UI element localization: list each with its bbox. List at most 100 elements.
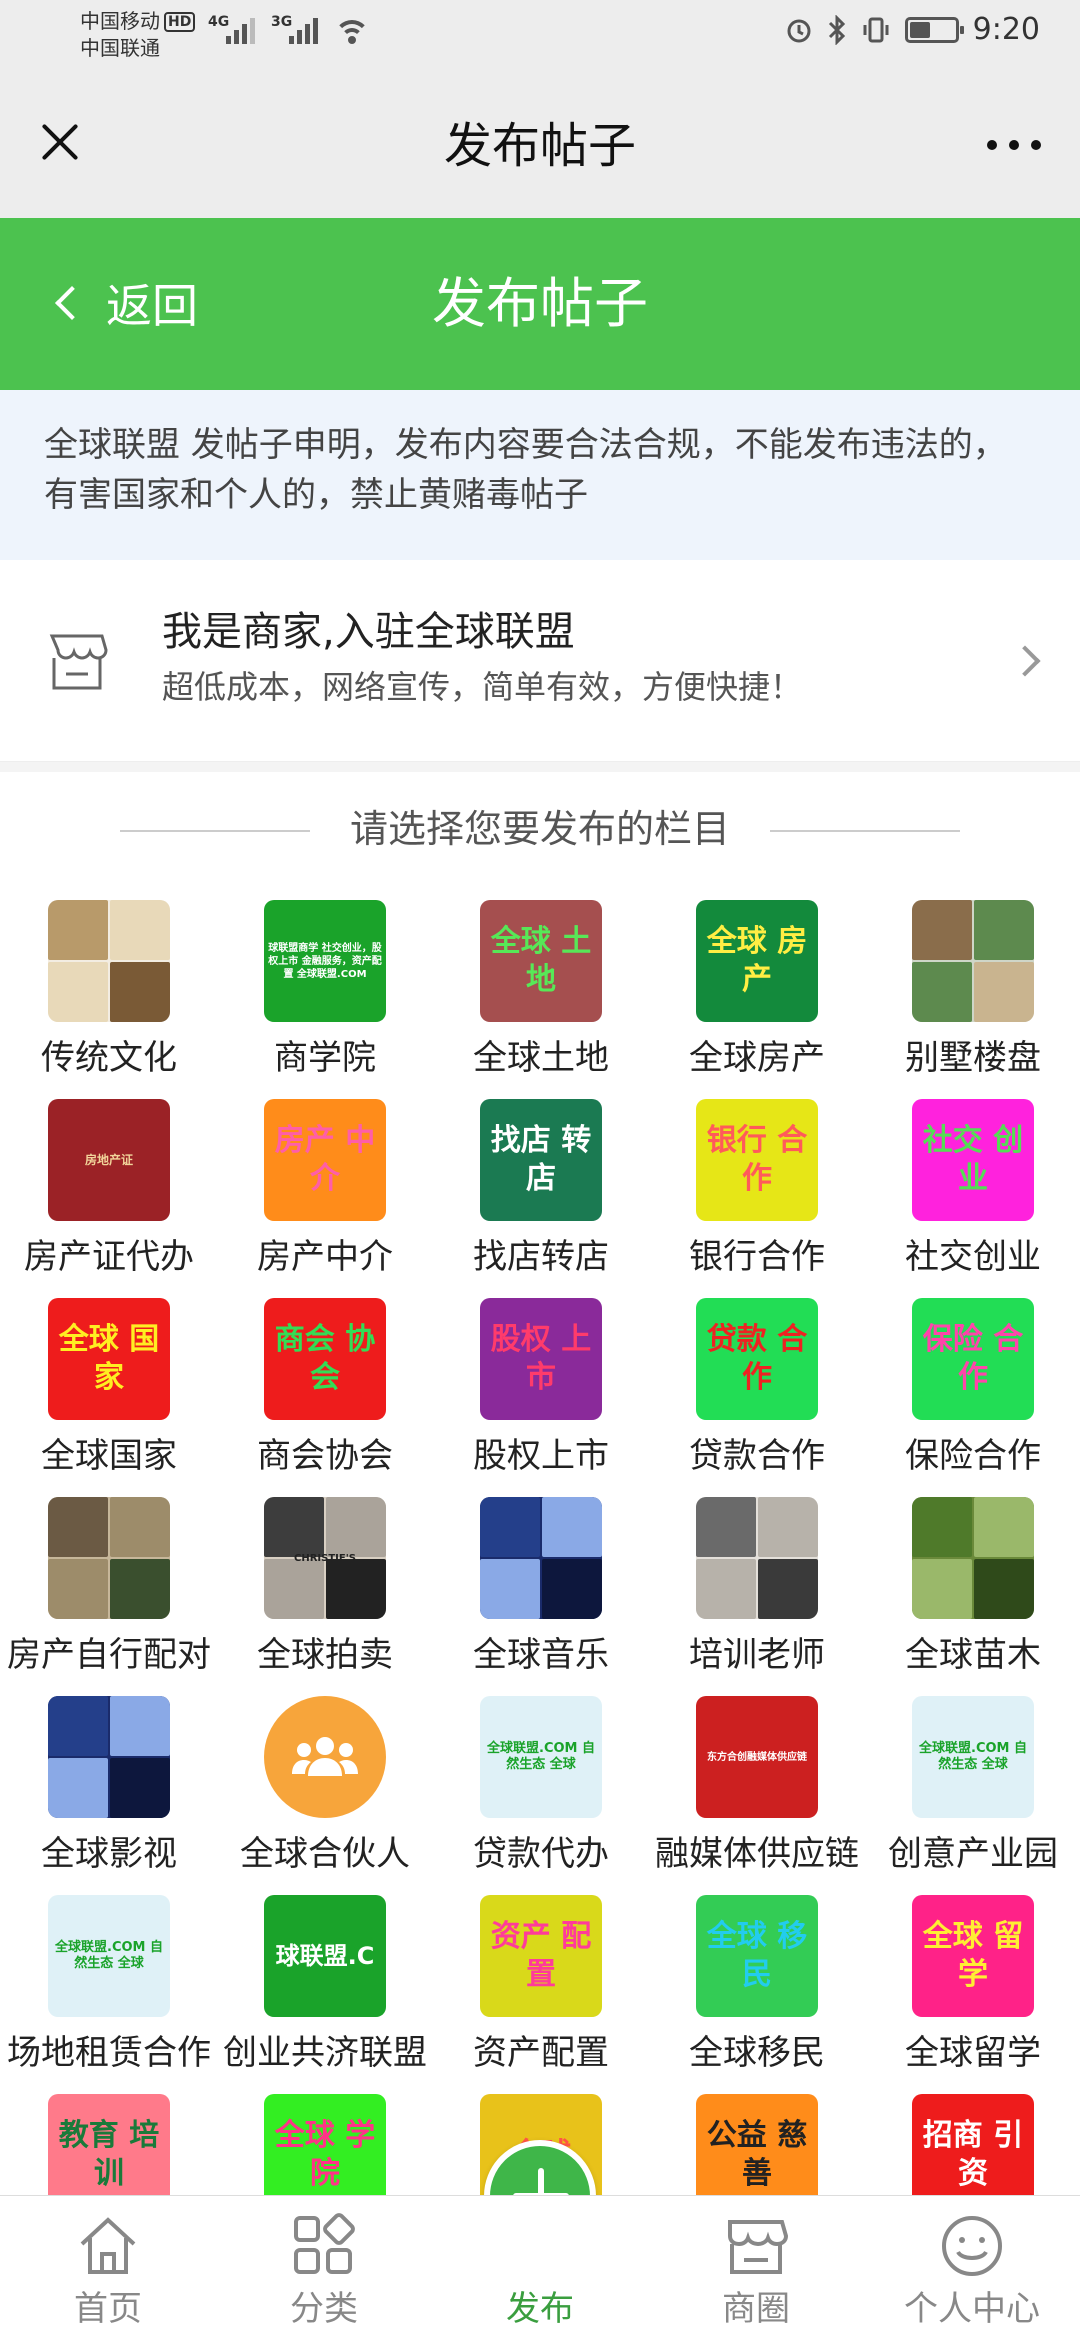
photo-block — [48, 900, 108, 960]
category-item[interactable]: 培训老师 — [649, 1497, 865, 1696]
tile-text: 银行 合作 — [706, 1123, 808, 1196]
tile-text: 找店 转店 — [490, 1123, 592, 1196]
category-item[interactable]: 银行 合作 银行合作 — [649, 1099, 865, 1298]
clock: 9:20 — [972, 12, 1040, 47]
category-item[interactable]: 全球 房产 全球房产 — [649, 900, 865, 1099]
tile-text: 公益 慈善 — [706, 2118, 808, 2191]
tile-text: 资产 配置 — [490, 1919, 592, 1992]
category-item[interactable]: 教育 培训 — [1, 2094, 217, 2200]
top-bar: 发布帖子 — [0, 72, 1080, 218]
photo-block — [912, 1497, 972, 1557]
category-item[interactable]: CHRISTIE'S 全球拍卖 — [217, 1497, 433, 1696]
category-tile-image: CHRISTIE'S — [264, 1497, 386, 1619]
category-item[interactable]: 球联盟.C 创业共济联盟 — [217, 1895, 433, 2094]
photo-block — [110, 1559, 170, 1619]
category-label: 全球房产 — [689, 1038, 825, 1078]
category-item[interactable]: 公益 慈善 — [649, 2094, 865, 2200]
category-item[interactable]: 全球 留学 全球留学 — [865, 1895, 1080, 2094]
tile-text: 全球 移民 — [706, 1919, 808, 1992]
nav-label-shop-circle: 商圈 — [722, 2289, 790, 2329]
nav-category[interactable]: 分类 — [216, 2196, 432, 2340]
category-item[interactable]: 别墅楼盘 — [865, 900, 1080, 1099]
category-item[interactable]: 传统文化 — [1, 900, 217, 1099]
tile-text: 全球联盟.COM 自然生态 全球 — [55, 1940, 163, 1971]
nav-profile[interactable]: 个人中心 — [864, 2196, 1080, 2340]
category-item[interactable]: 东方合创融媒体供应链 融媒体供应链 — [649, 1696, 865, 1895]
alarm-icon — [787, 19, 811, 42]
nav-home[interactable]: 首页 — [0, 2196, 216, 2340]
category-tile-image: 公益 慈善 — [696, 2094, 818, 2200]
category-item[interactable]: 商会 协会 商会协会 — [217, 1298, 433, 1497]
category-tile-image: 商会 协会 — [264, 1298, 386, 1420]
tile-text: 全球 留学 — [922, 1919, 1024, 1992]
merchant-subtitle: 超低成本，网络宣传，简单有效，方便快捷！ — [162, 668, 803, 706]
category-item[interactable]: 全球苗木 — [865, 1497, 1080, 1696]
category-item[interactable]: 全球联盟.COM 自然生态 全球创意产业园 — [865, 1696, 1080, 1895]
category-label: 全球合伙人 — [240, 1834, 410, 1874]
category-item[interactable]: 房产自行配对 — [1, 1497, 217, 1696]
category-item[interactable]: 全球合伙人 — [217, 1696, 433, 1895]
category-label: 资产配置 — [473, 2033, 609, 2073]
category-tile-image: 全球 移民 — [696, 1895, 818, 2017]
nav-shop-circle[interactable]: 商圈 — [648, 2196, 864, 2340]
category-item[interactable]: 球联盟商学 社交创业，股权上市 金融服务，资产配置 全球联盟.COM 商学院 — [217, 900, 433, 1099]
category-tile-image: 球联盟.C — [264, 1895, 386, 2017]
category-item[interactable]: 全球联盟.COM 自然生态 全球 贷款代办 — [433, 1696, 649, 1895]
status-bar: 中国移动 HD 中国联通 4G 3G 9:20 — [0, 0, 1080, 72]
category-item[interactable]: 贷款 合作 贷款合作 — [649, 1298, 865, 1497]
category-item[interactable]: 全球联盟.COM 自然生态 全球 场地租赁合作 — [1, 1895, 217, 2094]
category-tile-image: 全球 土地 — [480, 900, 602, 1022]
section-heading: 请选择您要发布的栏目 — [0, 790, 1080, 870]
category-tile-image: 银行 合作 — [696, 1099, 818, 1221]
category-item[interactable]: 找店 转店 找店转店 — [433, 1099, 649, 1298]
category-tile-image — [48, 1696, 170, 1818]
merchant-join-row[interactable]: 我是商家,入驻全球联盟 超低成本，网络宣传，简单有效，方便快捷！ — [0, 560, 1080, 762]
photo-block — [974, 1497, 1034, 1557]
category-tile-image: 招商 引资 — [912, 2094, 1034, 2200]
category-item[interactable]: 全球 学院 — [217, 2094, 433, 2200]
category-item[interactable]: 全球 土地 全球土地 — [433, 900, 649, 1099]
photo-block — [542, 1497, 602, 1557]
category-label: 商学院 — [274, 1038, 376, 1078]
category-item[interactable]: 招商 引资 — [865, 2094, 1080, 2200]
nav-label-category: 分类 — [290, 2289, 358, 2329]
category-label: 创业共济联盟 — [223, 2033, 427, 2073]
tile-text: 全球 房产 — [706, 924, 808, 997]
photo-block — [912, 900, 972, 960]
category-item[interactable]: 社交 创业 社交创业 — [865, 1099, 1080, 1298]
category-label: 全球土地 — [473, 1038, 609, 1078]
category-item[interactable]: 保险 合作 保险合作 — [865, 1298, 1080, 1497]
battery-level — [909, 21, 930, 38]
category-item[interactable]: 股权 上市 股权上市 — [433, 1298, 649, 1497]
tile-text: 股权 上市 — [490, 1322, 592, 1395]
net-type-1: 4G — [208, 14, 230, 30]
merchant-title: 我是商家,入驻全球联盟 — [162, 609, 575, 655]
category-label: 创意产业园 — [888, 1834, 1058, 1874]
nav-publish[interactable]: 发布 — [432, 2196, 648, 2340]
category-tile-image: 贷款 合作 — [696, 1298, 818, 1420]
category-grid-icon — [294, 2213, 355, 2274]
category-item[interactable]: 资产 配置 资产配置 — [433, 1895, 649, 2094]
page-header: 返回 发布帖子 — [0, 218, 1080, 390]
tile-text: 全球联盟.COM 自然生态 全球 — [919, 1741, 1027, 1772]
category-tile-image: 球联盟商学 社交创业，股权上市 金融服务，资产配置 全球联盟.COM — [264, 900, 386, 1022]
photo-block — [264, 1559, 324, 1619]
category-item[interactable]: 全球 移民 全球移民 — [649, 1895, 865, 2094]
category-item[interactable]: 全球影视 — [1, 1696, 217, 1895]
category-tile-image: 股权 上市 — [480, 1298, 602, 1420]
category-label: 贷款合作 — [689, 1436, 825, 1476]
category-label: 全球影视 — [41, 1834, 177, 1874]
category-item[interactable]: 全球音乐 — [433, 1497, 649, 1696]
category-label: 房产中介 — [257, 1237, 393, 1277]
category-item[interactable]: 房地产证 房产证代办 — [1, 1099, 217, 1298]
smiley-user-icon — [942, 2216, 1002, 2276]
category-label: 股权上市 — [473, 1436, 609, 1476]
net-type-2: 3G — [271, 14, 293, 30]
category-label: 银行合作 — [689, 1237, 825, 1277]
bottom-nav: 首页 分类 发布 商圈 个人中心 — [0, 2195, 1080, 2340]
category-item[interactable]: 全球 国家 全球国家 — [1, 1298, 217, 1497]
more-options-button[interactable] — [984, 130, 1044, 160]
category-label: 全球音乐 — [473, 1635, 609, 1675]
category-item[interactable]: 房产 中介 房产中介 — [217, 1099, 433, 1298]
photo-block — [110, 900, 170, 960]
